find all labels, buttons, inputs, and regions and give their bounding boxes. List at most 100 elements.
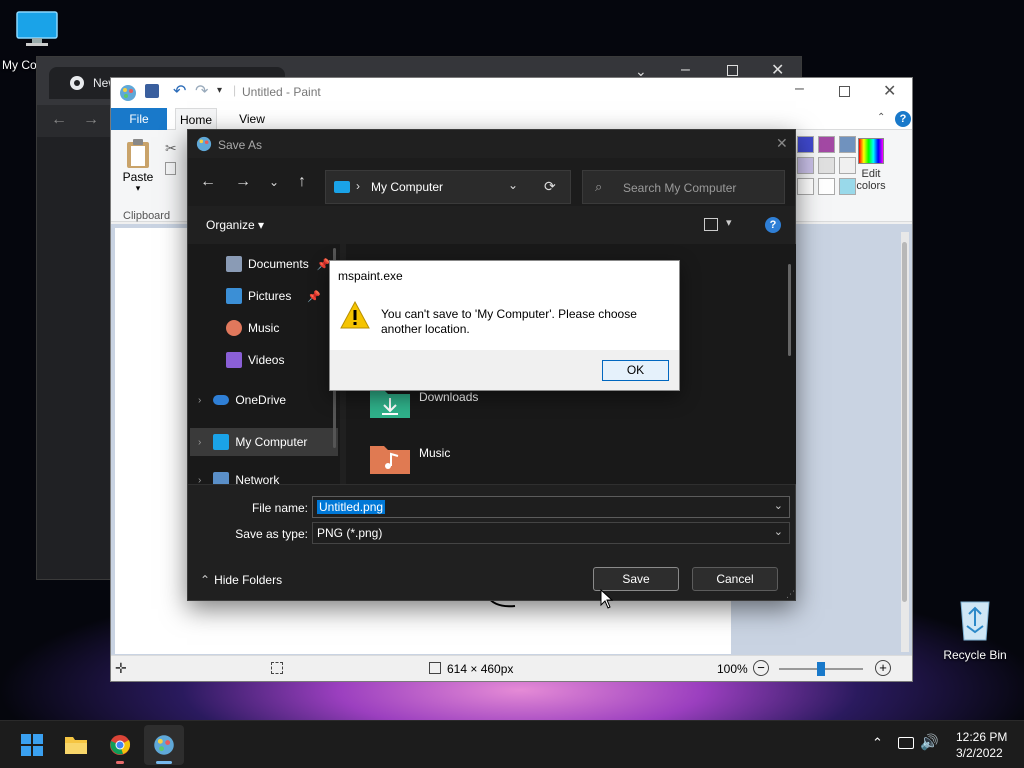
nav-item-my-computer[interactable]: › My Computer	[190, 428, 338, 456]
chevron-right-icon[interactable]: ›	[198, 437, 201, 448]
save-button[interactable]: Save	[593, 567, 679, 591]
close-icon[interactable]: ✕	[776, 135, 788, 152]
back-arrow-icon[interactable]: ←	[51, 111, 67, 129]
chevron-down-icon[interactable]: ▾	[726, 216, 732, 229]
windows-logo-icon	[21, 734, 43, 756]
tab-view[interactable]: View	[231, 108, 273, 130]
color-swatch[interactable]	[818, 136, 835, 153]
network-status-icon[interactable]	[898, 737, 914, 749]
search-input[interactable]: ⌕ Search My Computer	[582, 170, 785, 204]
ok-button[interactable]: OK	[602, 360, 669, 381]
clock-date[interactable]: 3/2/2022	[956, 746, 1003, 760]
zoom-out-button[interactable]: −	[753, 660, 769, 676]
view-options-icon[interactable]	[704, 218, 718, 231]
color-swatch[interactable]	[818, 178, 835, 195]
chevron-down-icon[interactable]: ⌄	[508, 178, 518, 192]
volume-icon[interactable]: 🔊	[920, 733, 939, 751]
taskbar-chrome[interactable]	[100, 725, 140, 765]
vertical-scrollbar[interactable]	[901, 232, 909, 652]
monitor-icon	[16, 11, 58, 46]
address-location[interactable]: My Computer	[371, 180, 443, 194]
zoom-in-button[interactable]: +	[875, 660, 891, 676]
recycle-bin-icon	[960, 601, 990, 641]
show-hidden-icons-icon[interactable]: ⌃	[872, 735, 883, 751]
save-as-type-select[interactable]: PNG (*.png) ⌄	[312, 522, 790, 544]
network-icon	[213, 472, 230, 484]
help-icon[interactable]: ?	[895, 111, 911, 127]
color-swatch[interactable]	[818, 157, 835, 174]
taskbar-paint[interactable]	[144, 725, 184, 765]
organize-button[interactable]: Organize ▾	[206, 218, 264, 232]
close-icon[interactable]: ✕	[883, 81, 896, 101]
cut-icon[interactable]: ✂	[165, 140, 177, 157]
scrollbar-thumb[interactable]	[902, 242, 907, 602]
resize-grip-icon[interactable]: ⋰	[786, 589, 795, 600]
nav-item-label: OneDrive	[235, 393, 287, 407]
recent-locations-icon[interactable]: ⌄	[264, 172, 284, 192]
search-placeholder: Search My Computer	[623, 181, 737, 195]
tab-file[interactable]: File	[111, 108, 167, 130]
warning-icon	[340, 301, 370, 329]
hide-folders-button[interactable]: ⌃ Hide Folders	[200, 573, 282, 587]
minimize-icon[interactable]: –	[795, 80, 804, 98]
hide-folders-label: Hide Folders	[214, 573, 283, 587]
nav-item-network[interactable]: › Network	[198, 468, 279, 484]
redo-icon[interactable]: ↷	[195, 81, 208, 101]
chevron-down-icon: ▾	[135, 183, 141, 193]
back-arrow-icon[interactable]: ←	[198, 172, 218, 192]
nav-item-documents[interactable]: Documents 📌	[226, 252, 336, 276]
maximize-icon[interactable]	[839, 86, 850, 97]
undo-icon[interactable]: ↶	[173, 81, 186, 101]
navigation-pane: Documents 📌 Pictures 📌 Music Videos › On…	[188, 244, 340, 484]
desktop-icon-label: My Co	[2, 58, 37, 72]
desktop-icon-my-computer[interactable]: My Co	[2, 10, 72, 72]
edit-colors-button[interactable]: Edit colors	[853, 138, 889, 192]
canvas-dimensions: 614 × 460px	[447, 662, 514, 676]
save-icon[interactable]	[145, 84, 159, 98]
customize-quick-access-icon[interactable]: ▾	[217, 85, 222, 96]
zoom-slider[interactable]	[779, 662, 863, 676]
nav-item-label: Documents	[248, 257, 309, 271]
chevron-down-icon[interactable]: ⌄	[774, 525, 783, 538]
nav-item-music[interactable]: Music	[226, 316, 279, 340]
forward-arrow-icon[interactable]: →	[83, 111, 99, 129]
pin-icon: 📌	[307, 290, 322, 303]
paste-button[interactable]: Paste ▾	[119, 138, 157, 198]
chevron-up-icon[interactable]: ⌃	[877, 112, 885, 123]
color-swatch[interactable]	[797, 136, 814, 153]
forward-arrow-icon[interactable]: →	[233, 172, 253, 192]
taskbar-file-explorer[interactable]	[56, 725, 96, 765]
maximize-icon[interactable]	[727, 65, 738, 76]
tab-home[interactable]: Home	[175, 108, 217, 130]
nav-item-videos[interactable]: Videos	[226, 348, 284, 372]
chevron-right-icon[interactable]: ›	[198, 475, 201, 485]
chevron-down-icon[interactable]: ⌄	[774, 499, 783, 512]
save-as-title: Save As	[218, 138, 263, 152]
nav-item-onedrive[interactable]: › OneDrive	[198, 388, 286, 412]
color-swatch[interactable]	[797, 178, 814, 195]
save-as-command-bar: Organize ▾ ▾ ?	[188, 206, 795, 244]
help-icon[interactable]: ?	[765, 217, 781, 233]
filename-input[interactable]: Untitled.png ⌄	[312, 496, 790, 518]
chevron-right-icon[interactable]: ›	[198, 395, 201, 406]
chrome-icon	[70, 76, 84, 90]
start-button[interactable]	[12, 725, 52, 765]
clock-time[interactable]: 12:26 PM	[956, 730, 1007, 744]
copy-icon[interactable]	[165, 162, 176, 175]
file-list-scrollbar[interactable]	[788, 264, 791, 356]
color-palette	[797, 136, 857, 202]
refresh-icon[interactable]: ⟳	[544, 178, 556, 195]
cancel-button[interactable]: Cancel	[692, 567, 778, 591]
zoom-slider-thumb[interactable]	[817, 662, 825, 676]
nav-item-pictures[interactable]: Pictures 📌	[226, 284, 336, 308]
nav-item-label: Music	[248, 321, 280, 335]
pictures-icon	[226, 288, 242, 304]
desktop-icon-recycle-bin[interactable]: Recycle Bin	[938, 596, 1012, 662]
address-bar[interactable]: › My Computer ⌄ ⟳	[325, 170, 571, 204]
nav-item-label: Videos	[248, 353, 285, 367]
paint-status-bar: ✛ 614 × 460px 100% − +	[111, 655, 912, 681]
nav-item-label: Pictures	[248, 289, 292, 303]
up-arrow-icon[interactable]: ↑	[292, 172, 312, 192]
error-message-box: mspaint.exe You can't save to 'My Comput…	[329, 260, 680, 391]
color-swatch[interactable]	[797, 157, 814, 174]
